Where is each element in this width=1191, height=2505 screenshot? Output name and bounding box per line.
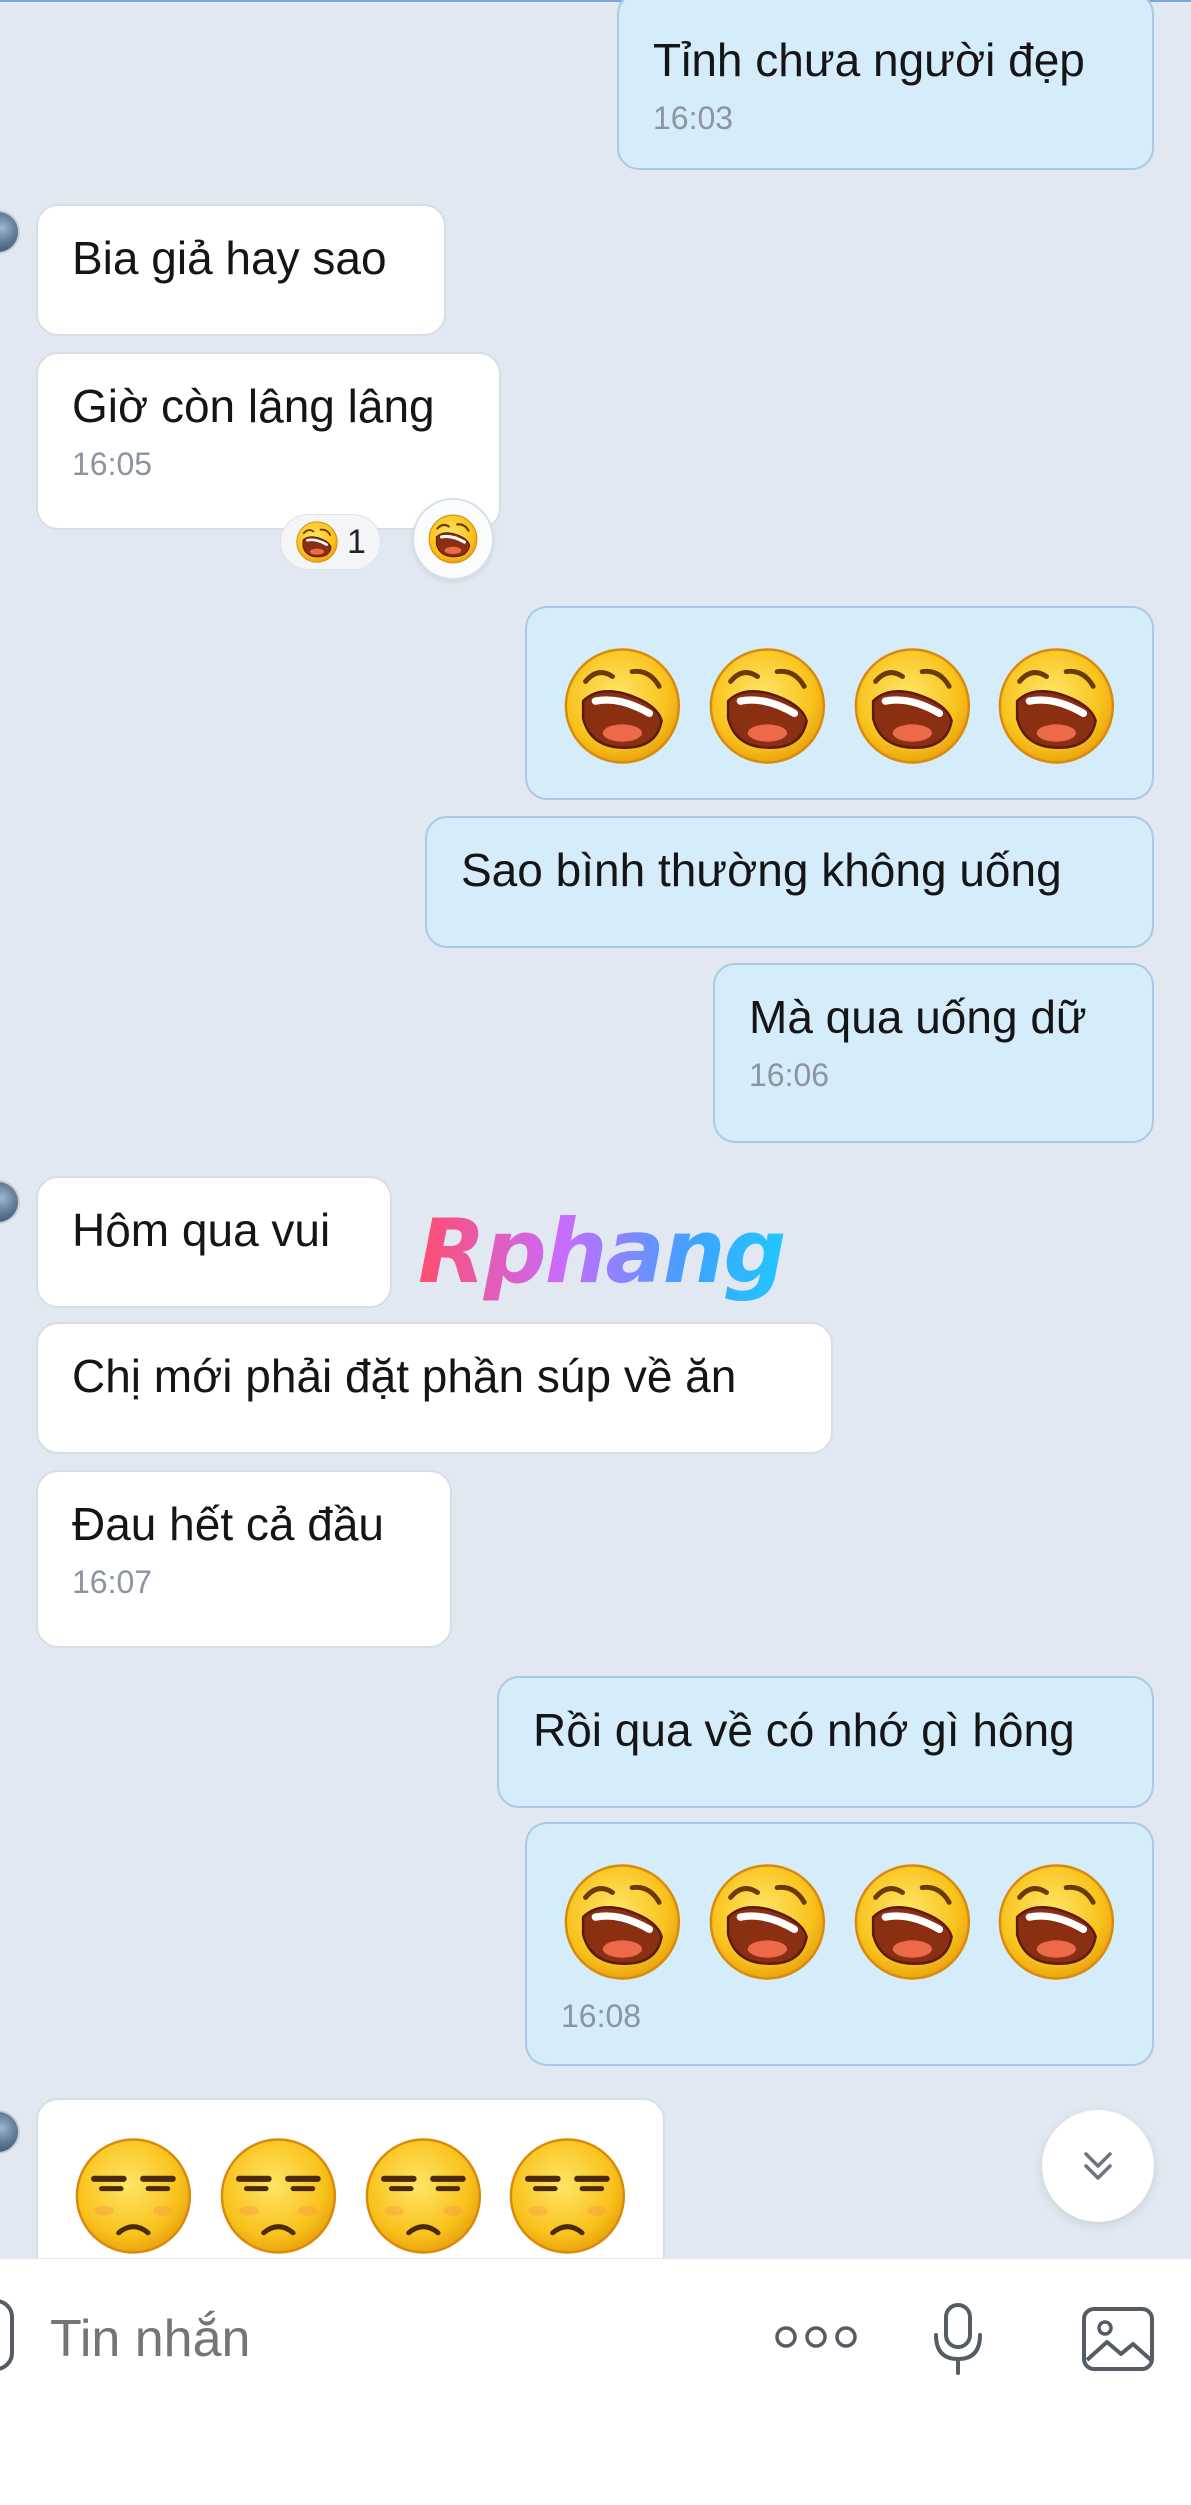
laughing-face-icon <box>851 1860 974 1984</box>
laughing-face-icon <box>995 644 1118 768</box>
laughing-face-icon <box>995 1860 1118 1984</box>
message-time: 16:05 <box>72 446 153 482</box>
unamused-face-icon <box>362 2134 485 2258</box>
message-text: Tỉnh chưa người đẹp <box>653 34 1085 86</box>
message-text: Rồi qua về có nhớ gì hông <box>533 1704 1075 1756</box>
message-time: 16:08 <box>561 1998 642 2034</box>
message-time: 16:06 <box>749 1057 830 1093</box>
laughing-face-icon <box>427 513 479 565</box>
contact-avatar[interactable] <box>0 2110 20 2154</box>
message-bubble-incoming[interactable]: Bia giả hay sao <box>36 204 446 336</box>
reaction-summary[interactable]: 1 <box>280 514 381 570</box>
laughing-face-icon <box>295 520 339 564</box>
laughing-face-icon <box>851 644 974 768</box>
message-text: Bia giả hay sao <box>72 232 387 284</box>
message-bubble-outgoing[interactable]: Rồi qua về có nhớ gì hông <box>497 1676 1154 1808</box>
sticker-icon[interactable] <box>0 2299 14 2371</box>
message-bubble-incoming[interactable]: Chị mới phải đặt phần súp về ăn <box>36 1322 833 1454</box>
microphone-icon <box>934 2303 982 2375</box>
message-time: 16:03 <box>653 100 734 136</box>
send-image-button[interactable] <box>1076 2297 1160 2381</box>
add-reaction-button[interactable] <box>412 498 494 580</box>
scroll-to-bottom-button[interactable] <box>1042 2110 1154 2222</box>
more-dots-icon <box>775 2326 857 2348</box>
message-bubble-incoming[interactable]: Hôm qua vui <box>36 1176 392 1308</box>
message-text: Giờ còn lâng lâng <box>72 380 435 432</box>
laughing-face-icon <box>561 644 684 768</box>
image-icon <box>1082 2307 1154 2371</box>
laughing-face-icon <box>561 1860 684 1984</box>
message-bubble-outgoing[interactable]: Tỉnh chưa người đẹp 16:03 <box>617 0 1154 170</box>
more-options-button[interactable] <box>768 2297 864 2377</box>
message-bubble-outgoing[interactable] <box>525 606 1154 800</box>
message-bubble-outgoing[interactable]: 16:08 <box>525 1822 1154 2066</box>
message-text: Sao bình thường không uống <box>461 844 1062 896</box>
contact-avatar[interactable] <box>0 1180 20 1224</box>
unamused-face-icon <box>72 2134 195 2258</box>
voice-message-button[interactable] <box>920 2297 996 2381</box>
message-text: Mà qua uống dữ <box>749 991 1087 1043</box>
message-text: Đau hết cả đầu <box>72 1498 385 1550</box>
unamused-face-icon <box>506 2134 629 2258</box>
watermark-logo: Rphang <box>418 1200 786 1303</box>
message-text: Chị mới phải đặt phần súp về ăn <box>72 1350 737 1402</box>
message-bubble-outgoing[interactable]: Mà qua uống dữ 16:06 <box>713 963 1154 1143</box>
reaction-count: 1 <box>347 522 366 561</box>
contact-avatar[interactable] <box>0 210 20 254</box>
chevron-double-down-icon <box>1084 2152 1112 2180</box>
message-text: Hôm qua vui <box>72 1204 331 1256</box>
laughing-face-icon <box>706 644 829 768</box>
unamused-face-icon <box>217 2134 340 2258</box>
message-bubble-outgoing[interactable]: Sao bình thường không uống <box>425 816 1154 948</box>
message-bubble-incoming[interactable]: Đau hết cả đầu 16:07 <box>36 1470 452 1648</box>
message-input[interactable] <box>50 2299 700 2379</box>
message-composer <box>0 2258 1191 2505</box>
message-time: 16:07 <box>72 1564 153 1600</box>
laughing-face-icon <box>706 1860 829 1984</box>
